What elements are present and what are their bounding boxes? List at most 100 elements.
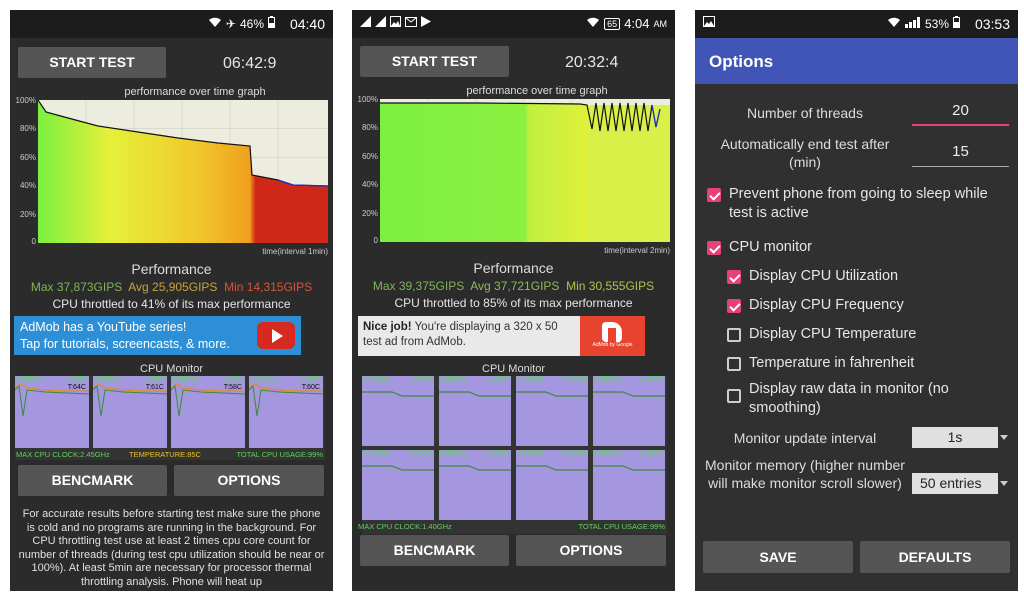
start-test-button[interactable]: START TEST bbox=[18, 47, 166, 78]
admob-logo-icon: AdMob by Google bbox=[580, 316, 645, 356]
airplane-icon: ✈ bbox=[225, 16, 236, 31]
ad-line-1: AdMob has a YouTube series! bbox=[20, 320, 187, 334]
y-tick: 80% bbox=[19, 124, 36, 133]
checkbox-unchecked-icon[interactable] bbox=[727, 328, 741, 342]
checkbox-checked-icon[interactable] bbox=[707, 188, 721, 202]
auto-end-input[interactable]: 15 bbox=[912, 143, 1009, 167]
screen-throttling-test-2: 65 4:04 AM START TEST 20:32:4 performanc… bbox=[352, 10, 675, 591]
status-bar: ✈ 46% 04:40 bbox=[10, 10, 333, 38]
auto-end-label: Automatically end test after (min) bbox=[720, 136, 890, 170]
test-timer: 20:32:4 bbox=[565, 54, 619, 71]
total-cpu-usage: TOTAL CPU USAGE:99% bbox=[578, 522, 665, 531]
core-usage: U:100% bbox=[639, 450, 664, 457]
performance-title: Performance bbox=[473, 260, 554, 276]
dropdown-arrow-icon[interactable] bbox=[1000, 435, 1008, 440]
benchmark-button[interactable]: BENCMARK bbox=[360, 535, 509, 566]
core-freq: 0.90GHz bbox=[517, 450, 545, 457]
status-time: 03:53 bbox=[974, 16, 1010, 32]
ad-banner[interactable]: AdMob has a YouTube series! Tap for tuto… bbox=[14, 316, 301, 355]
core-usage: U:100% bbox=[639, 376, 664, 383]
min-value: Min 30,555GIPS bbox=[566, 279, 655, 293]
core-usage: U:100% bbox=[485, 376, 510, 383]
battery-icon: 65 bbox=[604, 17, 621, 30]
monitor-memory-label: Monitor memory (higher number will make … bbox=[705, 457, 905, 491]
signal-icon bbox=[375, 16, 386, 30]
checkbox-raw-data[interactable]: Display raw data in monitor (no smoothin… bbox=[727, 380, 1007, 418]
performance-stats: Max 39,375GIPS Avg 37,721GIPS Min 30,555… bbox=[352, 279, 675, 293]
temperature-readout: TEMPERATURE:85C bbox=[129, 450, 201, 459]
checkbox-cpu-frequency[interactable]: Display CPU Frequency bbox=[727, 296, 1007, 315]
performance-title: Performance bbox=[131, 261, 212, 277]
throttle-summary: CPU throttled to 41% of its max performa… bbox=[52, 297, 291, 311]
total-cpu-usage: TOTAL CPU USAGE:99% bbox=[236, 450, 323, 459]
monitor-memory-select[interactable]: 50 entries bbox=[912, 473, 998, 494]
status-ampm: AM bbox=[653, 18, 668, 29]
checkbox-fahrenheit[interactable]: Temperature in fahrenheit bbox=[727, 354, 1007, 373]
checkbox-label: Display CPU Frequency bbox=[749, 297, 904, 313]
core-usage: U:99% bbox=[144, 376, 166, 383]
y-tick: 60% bbox=[19, 153, 36, 162]
status-icons: ✈ 46% bbox=[208, 16, 275, 31]
core-freq: 1.09GHz bbox=[594, 376, 622, 383]
checkbox-label: CPU monitor bbox=[729, 239, 812, 255]
core-usage: U:100% bbox=[562, 450, 587, 457]
benchmark-button[interactable]: BENCMARK bbox=[18, 465, 167, 496]
notification-icons bbox=[703, 16, 715, 30]
y-tick: 100% bbox=[357, 95, 378, 104]
cpu-core-graph: 1.09GHz U:99% bbox=[362, 376, 434, 446]
wifi-icon bbox=[208, 17, 222, 31]
core-temp: T:60C bbox=[301, 384, 320, 391]
checkbox-checked-icon[interactable] bbox=[727, 299, 741, 313]
signal-bars-icon bbox=[904, 16, 921, 31]
checkbox-label: Display CPU Temperature bbox=[749, 326, 917, 342]
defaults-button[interactable]: DEFAULTS bbox=[860, 541, 1010, 573]
dropdown-arrow-icon[interactable] bbox=[1000, 481, 1008, 486]
battery-percent: 46% bbox=[239, 16, 264, 31]
core-freq: 1.09GHz bbox=[440, 376, 468, 383]
update-interval-select[interactable]: 1s bbox=[912, 427, 998, 448]
battery-icon bbox=[953, 16, 960, 31]
throttle-summary: CPU throttled to 85% of its max performa… bbox=[394, 296, 633, 310]
checkbox-cpu-utilization[interactable]: Display CPU Utilization bbox=[727, 267, 1007, 286]
start-test-button[interactable]: START TEST bbox=[360, 46, 509, 77]
core-usage: U:99% bbox=[411, 376, 433, 383]
performance-graph: 100% 80% 60% 40% 20% 0 time(interval 1mi… bbox=[16, 96, 328, 256]
checkbox-unchecked-icon[interactable] bbox=[727, 389, 741, 403]
threads-input[interactable]: 20 bbox=[912, 102, 1009, 126]
threads-label: Number of threads bbox=[747, 105, 863, 121]
avg-value: Avg 25,905GIPS bbox=[128, 280, 218, 294]
ad-text: Nice job! You're displaying a 320 x 50 t… bbox=[363, 320, 578, 350]
status-bar: 53% 03:53 bbox=[695, 10, 1018, 38]
wifi-icon bbox=[887, 17, 901, 31]
max-value: Max 39,375GIPS bbox=[372, 279, 465, 293]
y-tick: 0 bbox=[31, 237, 36, 246]
graph-title: performance over time graph bbox=[124, 86, 266, 98]
checkbox-cpu-temperature[interactable]: Display CPU Temperature bbox=[727, 325, 1007, 344]
cpu-core-graph: 0.90GHz U:100% bbox=[439, 450, 511, 520]
screen-throttling-test-1: ✈ 46% 04:40 START TEST 06:42:9 performan… bbox=[10, 10, 333, 591]
checkbox-prevent-sleep[interactable]: Prevent phone from going to sleep while … bbox=[707, 185, 1007, 223]
y-axis-ticks: 100% 80% 60% 40% 20% 0 bbox=[354, 95, 378, 245]
core-usage: U:99% bbox=[66, 376, 88, 383]
save-button[interactable]: SAVE bbox=[703, 541, 853, 573]
cpu-monitor-title: CPU Monitor bbox=[482, 363, 545, 375]
wifi-icon bbox=[586, 17, 600, 31]
checkbox-checked-icon[interactable] bbox=[707, 241, 721, 255]
core-usage: U:96% bbox=[222, 376, 244, 383]
checkbox-checked-icon[interactable] bbox=[727, 270, 741, 284]
options-button[interactable]: OPTIONS bbox=[516, 535, 666, 566]
y-tick: 40% bbox=[361, 180, 378, 189]
cpu-core-graph: 1.09GHz U:100% bbox=[516, 376, 588, 446]
ad-banner[interactable]: Nice job! You're displaying a 320 x 50 t… bbox=[358, 316, 645, 356]
mail-icon bbox=[405, 16, 417, 30]
core-freq: 1.09GHz bbox=[172, 376, 200, 383]
options-button[interactable]: OPTIONS bbox=[174, 465, 324, 496]
core-freq: 1.09GHz bbox=[16, 376, 44, 383]
core-temp: T:64C bbox=[67, 384, 86, 391]
checkbox-unchecked-icon[interactable] bbox=[727, 357, 741, 371]
cpu-monitor-grid: 1.09GHz U:99% 1.09GHz U:100% 1.09GHz U:1… bbox=[358, 376, 667, 534]
core-usage: U:100% bbox=[562, 376, 587, 383]
max-cpu-clock: MAX CPU CLOCK:1.40GHz bbox=[358, 522, 452, 531]
checkbox-label: Temperature in fahrenheit bbox=[749, 355, 915, 371]
checkbox-cpu-monitor[interactable]: CPU monitor bbox=[707, 238, 1007, 257]
